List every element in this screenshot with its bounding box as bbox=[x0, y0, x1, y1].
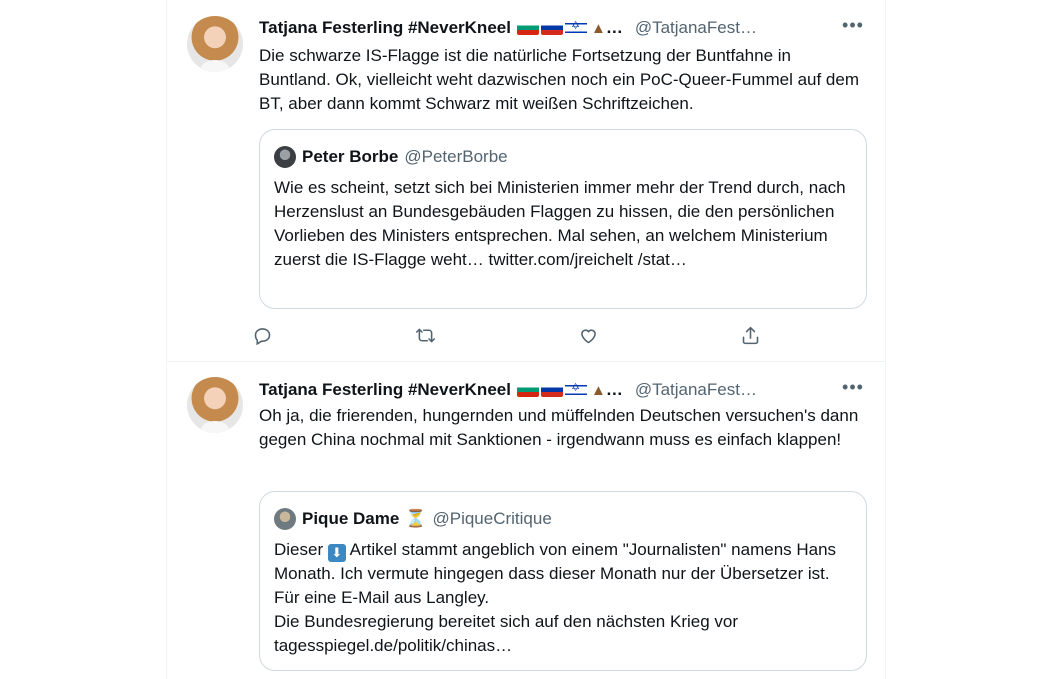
author-flags bbox=[516, 381, 587, 397]
israel-flag-icon bbox=[564, 381, 587, 397]
quoted-tweet[interactable]: Pique Dame ⏳ @PiqueCritique Dieser ⬇ Art… bbox=[259, 491, 867, 671]
quoted-author-handle: @PiqueCritique bbox=[432, 509, 552, 528]
russia-flag-icon bbox=[540, 21, 563, 35]
quoted-text-part: Dieser bbox=[274, 540, 328, 559]
quoted-avatar bbox=[274, 146, 296, 168]
tweet[interactable]: Tatjana Festerling #NeverKneel ▲ … @Tatj… bbox=[167, 362, 885, 679]
tweet-header: Tatjana Festerling #NeverKneel ▲ … @Tatj… bbox=[259, 16, 865, 40]
quoted-avatar bbox=[274, 508, 296, 530]
israel-flag-icon bbox=[564, 19, 587, 35]
quoted-author-name: Peter Borbe bbox=[302, 147, 399, 166]
bulgaria-flag-icon bbox=[516, 21, 539, 35]
quoted-tweet-text: Dieser ⬇ Artikel stammt angeblich von ei… bbox=[274, 538, 854, 658]
share-icon bbox=[742, 326, 758, 344]
down-arrow-icon: ⬇ bbox=[327, 544, 346, 562]
author-handle[interactable]: @TatjanaFest… bbox=[635, 380, 757, 400]
like-icon bbox=[580, 328, 596, 343]
tweet-text: Die schwarze IS-Flagge ist die natürlich… bbox=[259, 46, 860, 113]
hourglass-icon: ⏳ bbox=[405, 509, 427, 528]
quoted-tweet-header: Pique Dame ⏳ @PiqueCritique bbox=[274, 508, 552, 530]
tweet[interactable]: Tatjana Festerling #NeverKneel ▲ … @Tatj… bbox=[167, 0, 885, 362]
quoted-text-line: Die Bundesregierung bereitet sich auf de… bbox=[274, 612, 739, 631]
author-handle[interactable]: @TatjanaFest… bbox=[635, 18, 757, 38]
name-truncation: … bbox=[605, 18, 623, 37]
tweet-actions bbox=[254, 322, 779, 348]
retweet-button[interactable] bbox=[412, 322, 438, 348]
more-icon[interactable]: ••• bbox=[841, 378, 865, 402]
author-name[interactable]: Tatjana Festerling #NeverKneel bbox=[259, 380, 511, 400]
quoted-tweet[interactable]: Peter Borbe @PeterBorbe Wie es scheint, … bbox=[259, 129, 867, 309]
share-button[interactable] bbox=[737, 322, 763, 348]
author-flags bbox=[516, 19, 587, 35]
quoted-author-name: Pique Dame bbox=[302, 509, 400, 528]
quoted-text-part: Artikel stammt angeblich von einem "Jour… bbox=[274, 540, 837, 607]
retweet-icon bbox=[415, 328, 435, 342]
reply-icon bbox=[254, 327, 270, 345]
name-truncation: … bbox=[605, 380, 623, 399]
reply-button[interactable] bbox=[249, 322, 275, 348]
avatar[interactable] bbox=[187, 16, 243, 72]
timeline-column: Tatjana Festerling #NeverKneel ▲ … @Tatj… bbox=[166, 0, 886, 679]
like-button[interactable] bbox=[575, 322, 601, 348]
quoted-tweet-text: Wie es scheint, setzt sich bei Ministeri… bbox=[274, 178, 846, 269]
quoted-tweet-header: Peter Borbe @PeterBorbe bbox=[274, 146, 508, 168]
bulgaria-flag-icon bbox=[516, 383, 539, 397]
volcano-icon: ▲ bbox=[590, 19, 606, 37]
author-name[interactable]: Tatjana Festerling #NeverKneel bbox=[259, 18, 511, 38]
volcano-icon: ▲ bbox=[590, 381, 606, 399]
quoted-author-handle: @PeterBorbe bbox=[404, 147, 508, 166]
tweet-header: Tatjana Festerling #NeverKneel ▲ … @Tatj… bbox=[259, 378, 865, 402]
quoted-link[interactable]: tagesspiegel.de/politik/chinas… bbox=[274, 636, 512, 655]
russia-flag-icon bbox=[540, 383, 563, 397]
tweet-text: Oh ja, die frierenden, hungernden und mü… bbox=[259, 406, 859, 449]
avatar[interactable] bbox=[187, 377, 243, 433]
more-icon[interactable]: ••• bbox=[841, 16, 865, 40]
